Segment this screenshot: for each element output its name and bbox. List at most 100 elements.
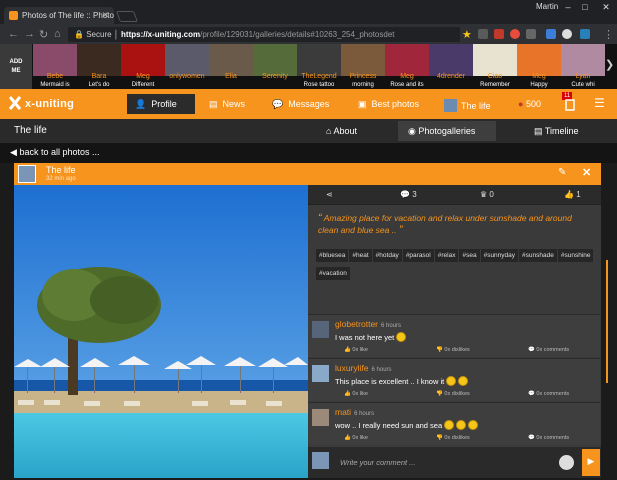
chevron-right-icon[interactable]: ❯ xyxy=(605,58,614,71)
friend-photo xyxy=(341,44,385,76)
comment-author[interactable]: globetrotter xyxy=(335,319,378,329)
dislike-button[interactable]: 👎 0x dislikes xyxy=(436,435,470,441)
new-tab-button[interactable] xyxy=(115,11,139,22)
nav-profile[interactable]: 👤 Profile xyxy=(127,94,195,114)
extension-icon[interactable] xyxy=(526,29,536,39)
reply-button[interactable]: 💬 0x comments xyxy=(528,391,569,397)
cast-icon[interactable] xyxy=(478,29,488,39)
url-input[interactable]: 🔒 Secure │ https://x-uniting.com/profile… xyxy=(68,27,460,42)
browser-tabstrip: Photos of The life :: Photo ✕ Martin – □… xyxy=(0,0,617,24)
friend-item[interactable]: Ciao Remember xyxy=(473,44,517,89)
avatar[interactable] xyxy=(312,365,329,382)
edit-icon[interactable]: ✎ xyxy=(558,167,566,178)
tag-chip[interactable]: #hotday xyxy=(372,249,402,262)
tag-chip[interactable]: #heat xyxy=(349,249,372,262)
tag-chip[interactable]: #relax xyxy=(434,249,459,262)
tag-chip[interactable]: #parasol xyxy=(402,249,434,262)
profile-name[interactable]: Martin xyxy=(536,2,558,11)
friend-photo xyxy=(473,44,517,76)
back-arrow-icon[interactable]: ← xyxy=(8,28,19,40)
site-logo[interactable]: x-uniting xyxy=(8,96,74,110)
extension-icon[interactable] xyxy=(580,29,590,39)
friend-item[interactable]: Bebe Mermaid is xyxy=(33,44,77,89)
maximize-icon[interactable]: □ xyxy=(578,2,592,14)
reply-button[interactable]: 💬 0x comments xyxy=(528,435,569,441)
friend-item[interactable]: TheLegend Rose tattoo xyxy=(297,44,341,89)
photo-owner[interactable]: The life xyxy=(46,165,76,175)
home-icon[interactable]: ⌂ xyxy=(54,28,61,40)
friend-item[interactable]: Serenity xyxy=(253,44,297,89)
dislike-button[interactable]: 👎 0x dislikes xyxy=(436,391,470,397)
notification-icon[interactable] xyxy=(565,94,575,114)
friend-item[interactable]: Princess morning xyxy=(341,44,385,89)
extension-icon[interactable] xyxy=(494,29,504,39)
friend-item[interactable]: Meg Different xyxy=(121,44,165,89)
friend-item[interactable]: Meg Happy xyxy=(517,44,561,89)
reload-icon[interactable]: ↻ xyxy=(39,28,48,41)
like-button[interactable]: 👍 0x like xyxy=(344,347,368,353)
tab-photogalleries[interactable]: ◉ Photogalleries xyxy=(398,121,496,141)
forward-arrow-icon[interactable]: → xyxy=(24,28,35,40)
comment-composer: ▶ xyxy=(308,447,601,478)
tab-about[interactable]: ⌂ About xyxy=(316,121,367,141)
friend-item[interactable]: 4drender xyxy=(429,44,473,89)
emoji-icon xyxy=(446,376,457,386)
tab-title: Photos of The life :: Photo xyxy=(22,11,114,20)
like-button[interactable]: 👍 0x like xyxy=(344,391,368,397)
avatar xyxy=(444,99,457,112)
close-window-icon[interactable]: ✕ xyxy=(599,2,613,14)
friend-item[interactable]: Bara Let's do xyxy=(77,44,121,89)
friend-status: Mermaid is xyxy=(40,82,70,88)
tag-chip[interactable]: #sunshine xyxy=(557,249,594,262)
main-navigation: x-uniting 👤 Profile ▤ News 💬 Messages ▣ Best… xyxy=(0,89,617,119)
avatar[interactable] xyxy=(312,409,329,426)
minimize-icon[interactable]: – xyxy=(561,2,575,14)
avatar[interactable] xyxy=(18,165,36,183)
extension-icon[interactable] xyxy=(562,29,572,39)
comment-author[interactable]: luxurylife xyxy=(335,363,369,373)
extension-icon[interactable] xyxy=(546,29,556,39)
likes-count[interactable]: 👍 1 xyxy=(564,190,581,199)
tag-chip[interactable]: #sunshade xyxy=(519,249,557,262)
friend-photo xyxy=(121,44,165,76)
emoji-picker-icon[interactable] xyxy=(559,455,574,470)
timeline-icon: ▤ xyxy=(534,126,543,136)
scrollbar[interactable] xyxy=(606,260,608,383)
back-to-photos-link[interactable]: ◀ back to all photos ... xyxy=(10,147,99,158)
photo-image[interactable] xyxy=(14,185,308,478)
add-me-button[interactable]: ADD ME xyxy=(0,44,32,89)
nav-best-photos[interactable]: ▣ Best photos xyxy=(350,94,427,114)
dislike-button[interactable]: 👎 0x dislikes xyxy=(436,347,470,353)
share-icon[interactable]: ⋖ xyxy=(326,190,333,199)
bookmark-star-icon[interactable]: ★ xyxy=(462,28,472,41)
tag-chip[interactable]: #sea xyxy=(459,249,480,262)
tab-close-icon[interactable]: ✕ xyxy=(101,10,109,21)
friend-name: Bebe xyxy=(46,73,64,80)
friend-item[interactable]: Meg Rose and its xyxy=(385,44,429,89)
nav-messages[interactable]: 💬 Messages xyxy=(264,94,337,114)
friend-name: 4drender xyxy=(436,73,466,80)
tab-timeline[interactable]: ▤ Timeline xyxy=(524,121,589,141)
comment-author[interactable]: mati xyxy=(335,407,351,417)
comments-count[interactable]: 💬 3 xyxy=(400,190,417,199)
send-button[interactable]: ▶ xyxy=(582,449,600,476)
hamburger-menu-icon[interactable]: ☰ xyxy=(594,96,605,110)
tag-chip[interactable]: #vacation xyxy=(316,267,350,280)
tag-chip[interactable]: #bluesea xyxy=(316,249,349,262)
reply-button[interactable]: 💬 0x comments xyxy=(528,347,569,353)
coins-counter[interactable]: ● 500 xyxy=(518,99,541,109)
friend-item[interactable]: Lyah Cute whi xyxy=(561,44,605,89)
menu-dots-icon[interactable]: ⋮ xyxy=(603,28,614,41)
pinterest-icon[interactable] xyxy=(510,29,520,39)
like-button[interactable]: 👍 0x like xyxy=(344,435,368,441)
tag-chip[interactable]: #sunnyday xyxy=(480,249,519,262)
close-icon[interactable]: ✕ xyxy=(582,166,591,179)
crowns-count[interactable]: ♛ 0 xyxy=(480,190,494,199)
comment-input[interactable] xyxy=(340,455,540,469)
nav-news[interactable]: ▤ News xyxy=(201,94,253,114)
friend-item[interactable]: Elia xyxy=(209,44,253,89)
browser-tab[interactable]: Photos of The life :: Photo ✕ xyxy=(4,7,114,24)
nav-the-life[interactable]: The life xyxy=(436,94,499,114)
avatar[interactable] xyxy=(312,321,329,338)
friend-item[interactable]: onlywomen xyxy=(165,44,209,89)
